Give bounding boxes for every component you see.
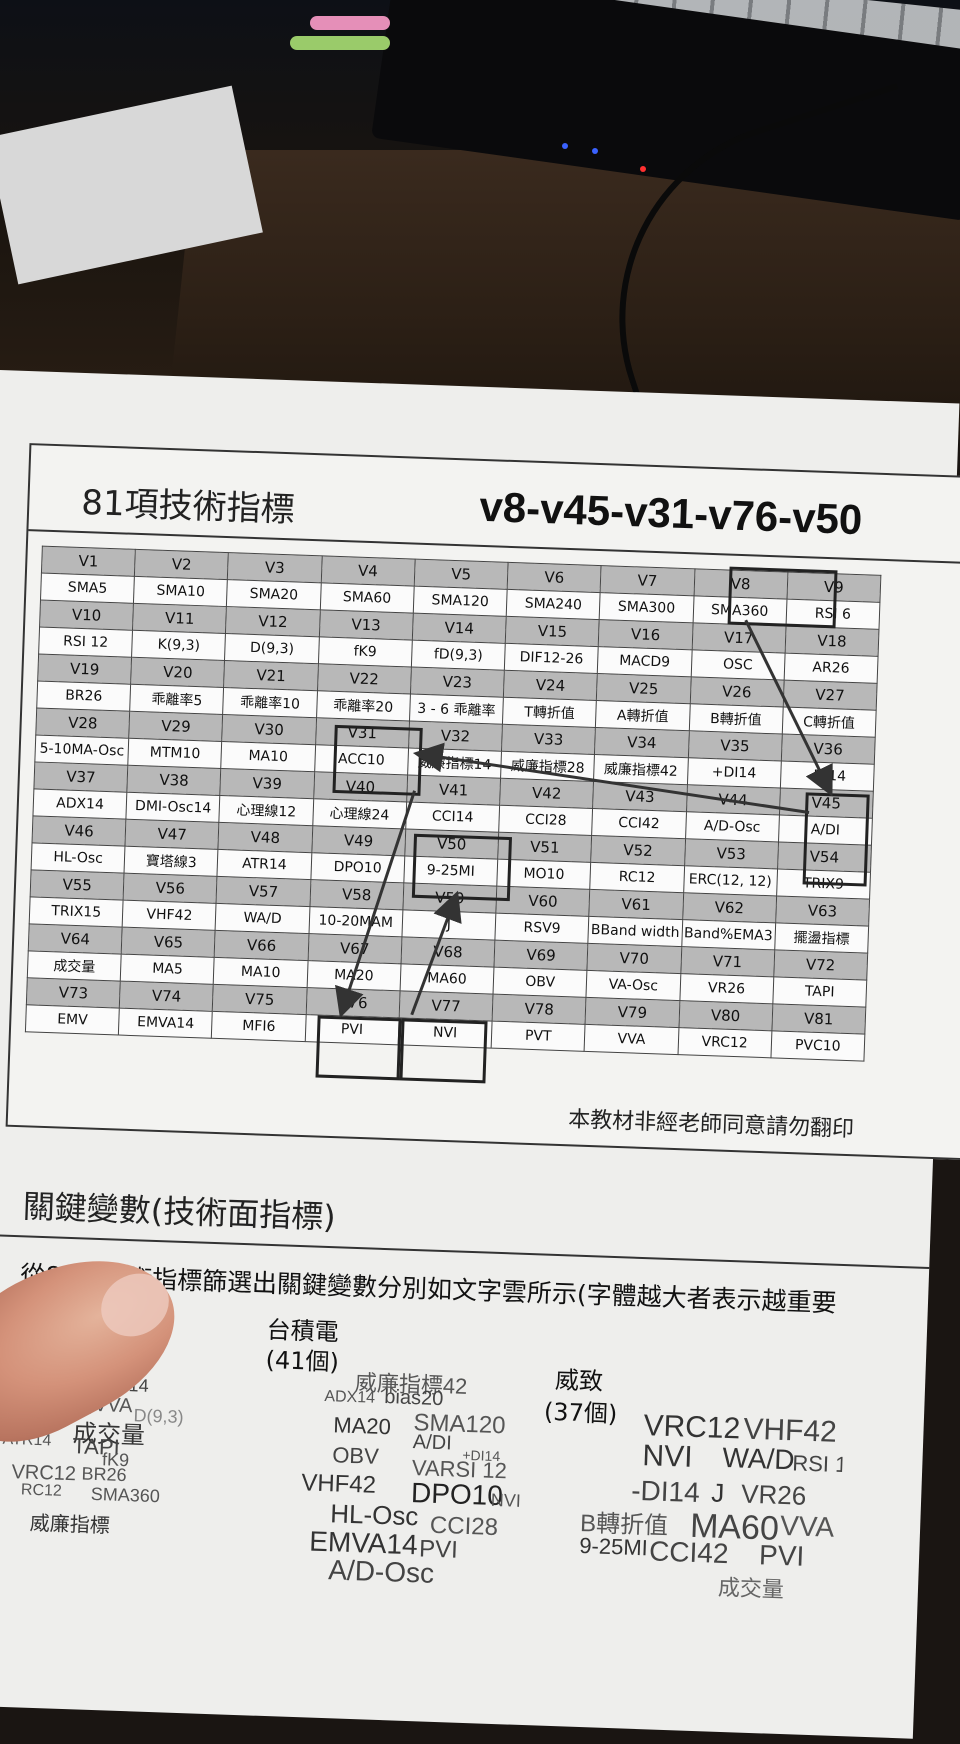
- word-cloud-right: VRC12 VHF42 NVI WA/D RSI 12 -DI14 J VR26 B轉折值 MA6…: [566, 1407, 844, 1656]
- word-cloud-term: VVA: [779, 1509, 835, 1543]
- arrow-v31-to-v76: [335, 790, 416, 1019]
- word-cloud-term: BR26: [81, 1463, 127, 1486]
- word-cloud-term: ADX14: [324, 1387, 376, 1407]
- green-audio-plug: [290, 36, 390, 50]
- blue-led: [592, 148, 598, 154]
- word-cloud-term: A/DI: [412, 1431, 453, 1455]
- indicator-section: 81項技術指標 v8-v45-v31-v76-v50 V1 V2 V3 V4 V5 V6 V…: [5, 443, 960, 1161]
- word-cloud-term: J: [710, 1477, 725, 1508]
- word-cloud-term: NVI: [641, 1439, 694, 1474]
- word-cloud-term: NVI: [490, 1489, 522, 1511]
- word-cloud-term: VR26: [740, 1478, 807, 1511]
- word-cloud-term: 成交量: [717, 1574, 785, 1603]
- word-cloud-term: OBV: [331, 1442, 380, 1469]
- word-cloud-term: -DI14: [630, 1474, 701, 1509]
- word-cloud-term: bias20: [384, 1386, 444, 1411]
- word-cloud-middle: 威廉指標42 ADX14 bias20 MA20 SMA120 A/DI +DI14 OBV V…: [287, 1357, 565, 1606]
- word-cloud-term: DPO10: [410, 1477, 504, 1512]
- red-led: [640, 166, 646, 172]
- pink-audio-plug: [310, 16, 390, 30]
- word-cloud-term: 威廉指標: [29, 1512, 111, 1538]
- blue-led: [562, 143, 568, 149]
- hand-drawn-arrows: [335, 619, 833, 1019]
- word-cloud-term: SMA360: [90, 1483, 161, 1507]
- section-title: 關鍵變數(技術面指標): [22, 1187, 337, 1237]
- word-cloud-term: CCI42: [648, 1535, 730, 1570]
- word-cloud-term: MA20: [332, 1412, 392, 1440]
- word-cloud-term: WA/D: [721, 1441, 796, 1476]
- arrow-v45-to-v31: [412, 742, 810, 814]
- arrow-v77-to-v50: [410, 890, 462, 1016]
- arrow-v8-to-v45: [744, 619, 833, 797]
- key-variables-section: 關鍵變數(技術面指標) 從81項技術指標篩選出關鍵變數分別如文字雲所示(字體越大…: [0, 1150, 932, 1743]
- word-cloud-term: A/D-Osc: [327, 1554, 435, 1589]
- word-cloud-term: PVI: [758, 1539, 805, 1572]
- printed-page: 81項技術指標 v8-v45-v31-v76-v50 V1 V2 V3 V4 V5 V6 V…: [0, 370, 960, 1739]
- word-cloud-term: RC12: [20, 1481, 63, 1500]
- word-cloud-term: VHF42: [300, 1469, 377, 1499]
- word-cloud-term: 9-25MI: [578, 1532, 649, 1561]
- word-cloud-term: RSI 12: [791, 1450, 845, 1478]
